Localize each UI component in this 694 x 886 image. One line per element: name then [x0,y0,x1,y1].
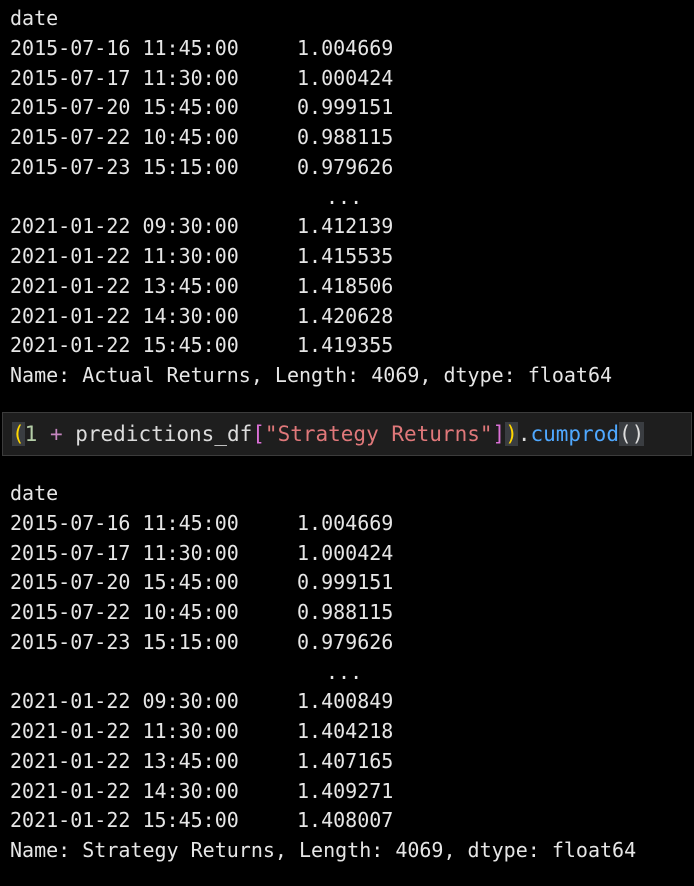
row-value: 0.999151 [297,570,394,595]
row-value: 1.419355 [297,333,394,358]
code-dot: . [517,422,531,446]
ellipsis-row: ... [10,183,690,213]
series-row: 2021-01-22 13:45:00 1.407165 [10,747,690,777]
row-value: 1.000424 [297,65,394,90]
row-date: 2021-01-22 15:45:00 [10,333,239,358]
row-value: 1.000424 [297,540,394,565]
close-bracket: ] [492,422,506,446]
code-method: cumprod [530,422,619,446]
ellipsis-row: ... [10,658,690,688]
series-row: 2015-07-20 15:45:00 0.999151 [10,93,690,123]
row-date: 2021-01-22 09:30:00 [10,214,239,239]
series-row: 2021-01-22 09:30:00 1.412139 [10,212,690,242]
series-footer: Name: Actual Returns, Length: 4069, dtyp… [10,363,613,387]
row-date: 2015-07-16 11:45:00 [10,35,239,60]
series-row: 2015-07-20 15:45:00 0.999151 [10,568,690,598]
row-value: 0.979626 [297,629,394,654]
row-value: 1.004669 [297,510,394,535]
row-date: 2015-07-17 11:30:00 [10,65,239,90]
row-value: 0.999151 [297,95,394,120]
series-row: 2021-01-22 09:30:00 1.400849 [10,687,690,717]
row-value: 0.988115 [297,125,394,149]
row-date: 2015-07-17 11:30:00 [10,540,239,565]
code-string: "Strategy Returns" [264,422,493,446]
close-paren: ) [505,422,518,446]
row-date: 2021-01-22 14:30:00 [10,303,239,328]
row-date: 2021-01-22 11:30:00 [10,719,239,743]
code-number: 1 [24,422,38,446]
row-value: 1.004669 [297,35,394,60]
series-row: 2015-07-22 10:45:00 0.988115 [10,598,690,628]
row-value: 1.408007 [297,808,394,833]
series-row: 2021-01-22 14:30:00 1.420628 [10,302,690,332]
row-date: 2021-01-22 13:45:00 [10,748,239,773]
row-value: 1.418506 [297,273,394,298]
code-identifier: predictions_df [75,422,253,446]
row-date: 2015-07-16 11:45:00 [10,510,239,535]
row-date: 2021-01-22 15:45:00 [10,808,239,833]
ellipsis: ... [326,659,363,684]
series-row: 2021-01-22 15:45:00 1.419355 [10,331,690,361]
call-parens: () [618,422,645,446]
row-date: 2015-07-22 10:45:00 [10,600,239,624]
row-date: 2015-07-23 15:15:00 [10,154,239,179]
series-row: 2015-07-17 11:30:00 1.000424 [10,64,690,94]
series-row: 2015-07-16 11:45:00 1.004669 [10,509,690,539]
strategy-returns-output: date 2015-07-16 11:45:00 1.004669 2015-07… [10,479,690,866]
series-footer: Name: Strategy Returns, Length: 4069, dt… [10,838,637,862]
row-date: 2021-01-22 13:45:00 [10,273,239,298]
code-line[interactable]: (1 + predictions_df["Strategy Returns"])… [12,413,645,455]
row-value: 1.400849 [297,689,394,714]
series-row: 2015-07-17 11:30:00 1.000424 [10,539,690,569]
row-date: 2015-07-22 10:45:00 [10,125,239,149]
row-value: 1.407165 [297,748,394,773]
row-value: 0.988115 [297,600,394,624]
open-bracket: [ [252,422,265,446]
actual-returns-output: date 2015-07-16 11:45:00 1.004669 2015-07… [10,4,690,391]
series-row: 2015-07-16 11:45:00 1.004669 [10,34,690,64]
row-date: 2021-01-22 14:30:00 [10,778,239,803]
row-date: 2021-01-22 11:30:00 [10,244,239,268]
open-paren: ( [12,422,25,446]
row-value: 1.409271 [297,778,394,803]
row-date: 2015-07-23 15:15:00 [10,629,239,654]
series-row: 2021-01-22 15:45:00 1.408007 [10,806,690,836]
index-header: date [10,481,59,505]
row-date: 2015-07-20 15:45:00 [10,570,239,595]
code-operator: + [37,422,76,446]
row-date: 2015-07-20 15:45:00 [10,95,239,120]
series-row: 2021-01-22 13:45:00 1.418506 [10,272,690,302]
series-row: 2015-07-22 10:45:00 0.988115 [10,123,690,153]
series-row: 2015-07-23 15:15:00 0.979626 [10,628,690,658]
index-header: date [10,6,59,30]
row-date: 2021-01-22 09:30:00 [10,689,239,714]
series-row: 2021-01-22 11:30:00 1.404218 [10,717,690,747]
series-row: 2021-01-22 11:30:00 1.415535 [10,242,690,272]
code-cell[interactable]: (1 + predictions_df["Strategy Returns"])… [2,412,692,456]
series-row: 2015-07-23 15:15:00 0.979626 [10,153,690,183]
row-value: 1.415535 [297,244,394,268]
row-value: 1.404218 [297,719,394,743]
row-value: 1.420628 [297,303,394,328]
ellipsis: ... [326,184,363,209]
row-value: 1.412139 [297,214,394,239]
row-value: 0.979626 [297,154,394,179]
series-row: 2021-01-22 14:30:00 1.409271 [10,777,690,807]
